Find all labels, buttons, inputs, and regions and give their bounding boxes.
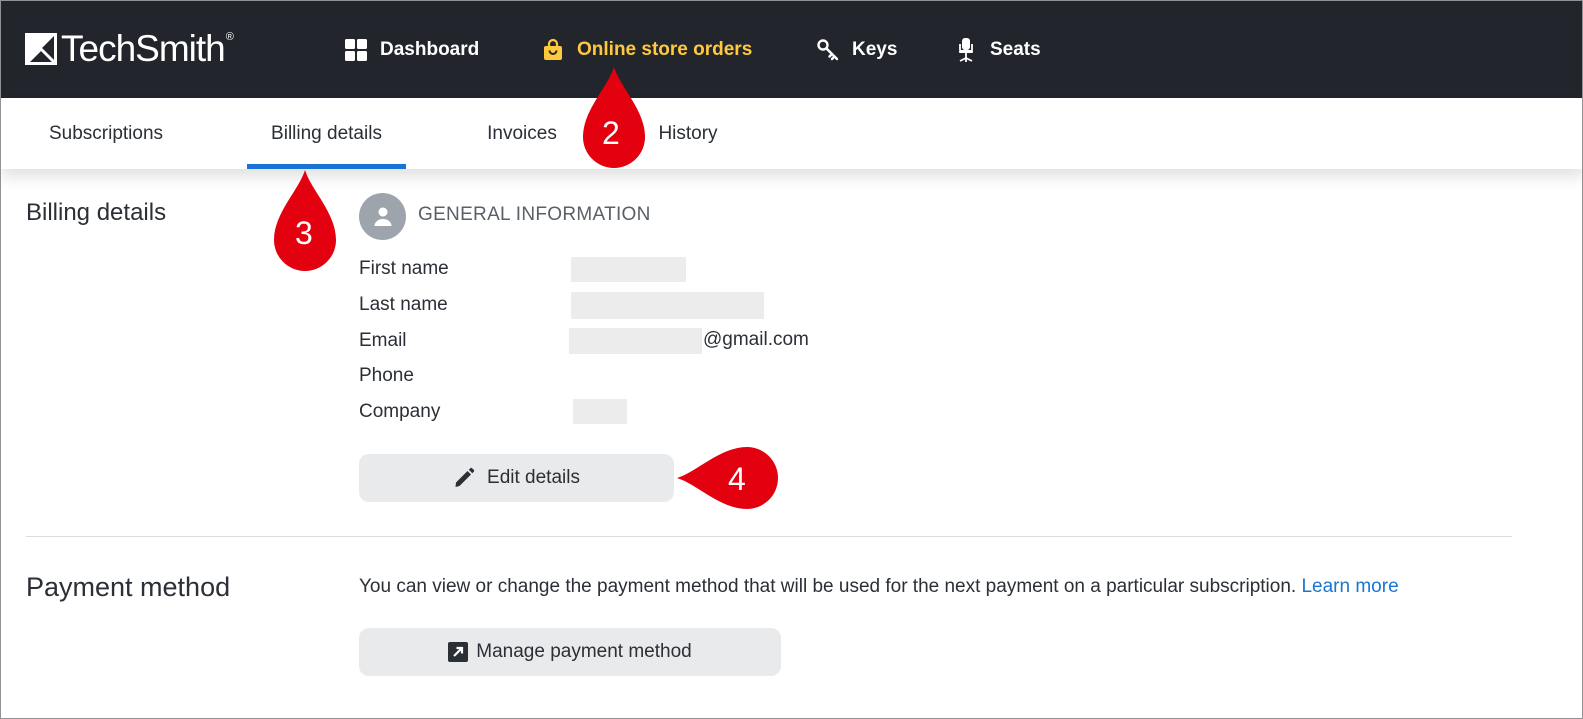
callout-4: 4: [675, 446, 783, 510]
billing-details-heading: Billing details: [26, 199, 167, 226]
techsmith-logo-icon: [25, 33, 57, 65]
phone-label: Phone: [359, 365, 414, 386]
callout-4-number: 4: [728, 461, 746, 497]
email-value-redacted: [569, 328, 702, 354]
callout-2: 2: [582, 65, 646, 171]
email-label: Email: [359, 330, 407, 351]
email-domain: @gmail.com: [703, 329, 809, 350]
manage-payment-method-label: Manage payment method: [476, 641, 692, 662]
section-divider: [26, 536, 1512, 537]
edit-details-button[interactable]: Edit details: [359, 454, 674, 502]
callout-3: 3: [273, 168, 337, 274]
last-name-value-redacted: [571, 292, 764, 319]
tab-invoices-label: Invoices: [487, 122, 557, 144]
grid-icon: [343, 37, 369, 63]
general-information-heading: GENERAL INFORMATION: [418, 204, 651, 225]
callout-3-number: 3: [295, 215, 313, 251]
app-window: TechSmith ® Dashboard Online store order…: [0, 0, 1583, 719]
nav-online-store-orders[interactable]: Online store orders: [540, 33, 752, 67]
registered-mark: ®: [225, 31, 234, 43]
first-name-label: First name: [359, 258, 449, 279]
pencil-icon: [453, 467, 475, 489]
brand-name: TechSmith: [61, 28, 226, 69]
external-link-icon: [448, 642, 469, 662]
tab-history-label: History: [658, 122, 718, 144]
nav-dashboard[interactable]: Dashboard: [343, 33, 479, 67]
tab-invoices[interactable]: Invoices: [468, 98, 576, 169]
learn-more-link[interactable]: Learn more: [1301, 576, 1398, 597]
person-icon: [374, 207, 391, 226]
shopping-bag-icon: [540, 37, 566, 63]
tab-subscriptions-label: Subscriptions: [48, 122, 164, 144]
payment-method-heading: Payment method: [26, 572, 231, 602]
manage-payment-method-button[interactable]: Manage payment method: [359, 628, 781, 676]
first-name-value-redacted: [571, 257, 686, 282]
user-avatar: [359, 193, 406, 240]
company-value-redacted: [573, 399, 627, 424]
tab-history[interactable]: History: [641, 98, 735, 169]
company-label: Company: [359, 401, 441, 422]
techsmith-logo[interactable]: TechSmith ®: [25, 28, 234, 69]
nav-keys[interactable]: Keys: [815, 33, 897, 67]
payment-method-description: You can view or change the payment metho…: [359, 576, 1399, 598]
tab-billing-details[interactable]: Billing details: [247, 98, 406, 169]
nav-keys-label: Keys: [852, 39, 898, 60]
top-navigation-bar: TechSmith ® Dashboard Online store order…: [1, 1, 1582, 98]
tab-subscriptions[interactable]: Subscriptions: [26, 98, 186, 169]
sub-navigation-tabs: Subscriptions Billing details Invoices H…: [1, 98, 1582, 169]
nav-seats[interactable]: Seats: [953, 33, 1041, 67]
key-icon: [815, 37, 841, 63]
callout-2-number: 2: [602, 115, 620, 151]
tab-billing-details-label: Billing details: [271, 122, 382, 144]
nav-seats-label: Seats: [990, 39, 1041, 60]
last-name-label: Last name: [359, 294, 448, 315]
payment-method-description-text: You can view or change the payment metho…: [359, 576, 1297, 597]
nav-online-store-orders-label: Online store orders: [577, 39, 753, 60]
nav-dashboard-label: Dashboard: [380, 39, 480, 60]
edit-details-label: Edit details: [487, 467, 580, 488]
seat-icon: [953, 37, 979, 63]
